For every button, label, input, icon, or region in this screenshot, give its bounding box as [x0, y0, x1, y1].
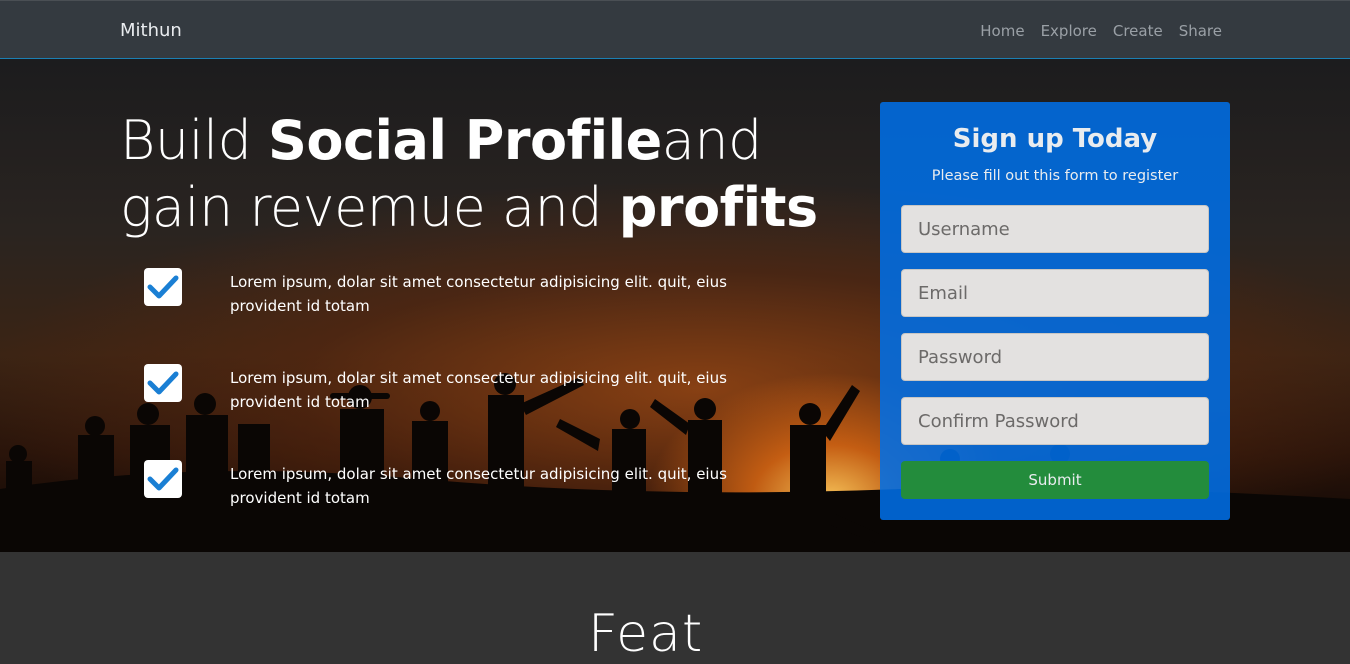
nav-link-create[interactable]: Create	[1113, 22, 1163, 40]
feature-text: Lorem ipsum, dolar sit amet consectetur …	[230, 273, 727, 315]
feature-text: Lorem ipsum, dolar sit amet consectetur …	[230, 369, 727, 411]
signup-title: Sign up Today	[952, 124, 1158, 154]
signup-subtitle: Please fill out this form to register	[931, 168, 1179, 184]
features-section-title: Feat	[588, 604, 704, 664]
signup-form: Sign up Today Please fill out this form …	[880, 102, 1230, 520]
nav-link-share[interactable]: Share	[1179, 22, 1222, 40]
feature-text: Lorem ipsum, dolar sit amet consectetur …	[230, 465, 727, 507]
check-icon	[144, 268, 182, 306]
navbar: Mithun Home Explore Create Share	[0, 0, 1350, 59]
confirm-password-input[interactable]	[901, 397, 1209, 445]
email-input[interactable]	[901, 269, 1209, 317]
nav-link-home[interactable]: Home	[980, 22, 1024, 40]
nav-links: Home Explore Create Share	[980, 22, 1222, 40]
hero-headline: Build Social Profileand gain revemue and…	[120, 109, 818, 239]
submit-button[interactable]: Submit	[901, 461, 1209, 499]
nav-link-explore[interactable]: Explore	[1041, 22, 1097, 40]
username-input[interactable]	[901, 205, 1209, 253]
password-input[interactable]	[901, 333, 1209, 381]
check-icon	[144, 364, 182, 402]
check-icon	[144, 460, 182, 498]
brand-link[interactable]: Mithun	[120, 20, 182, 41]
